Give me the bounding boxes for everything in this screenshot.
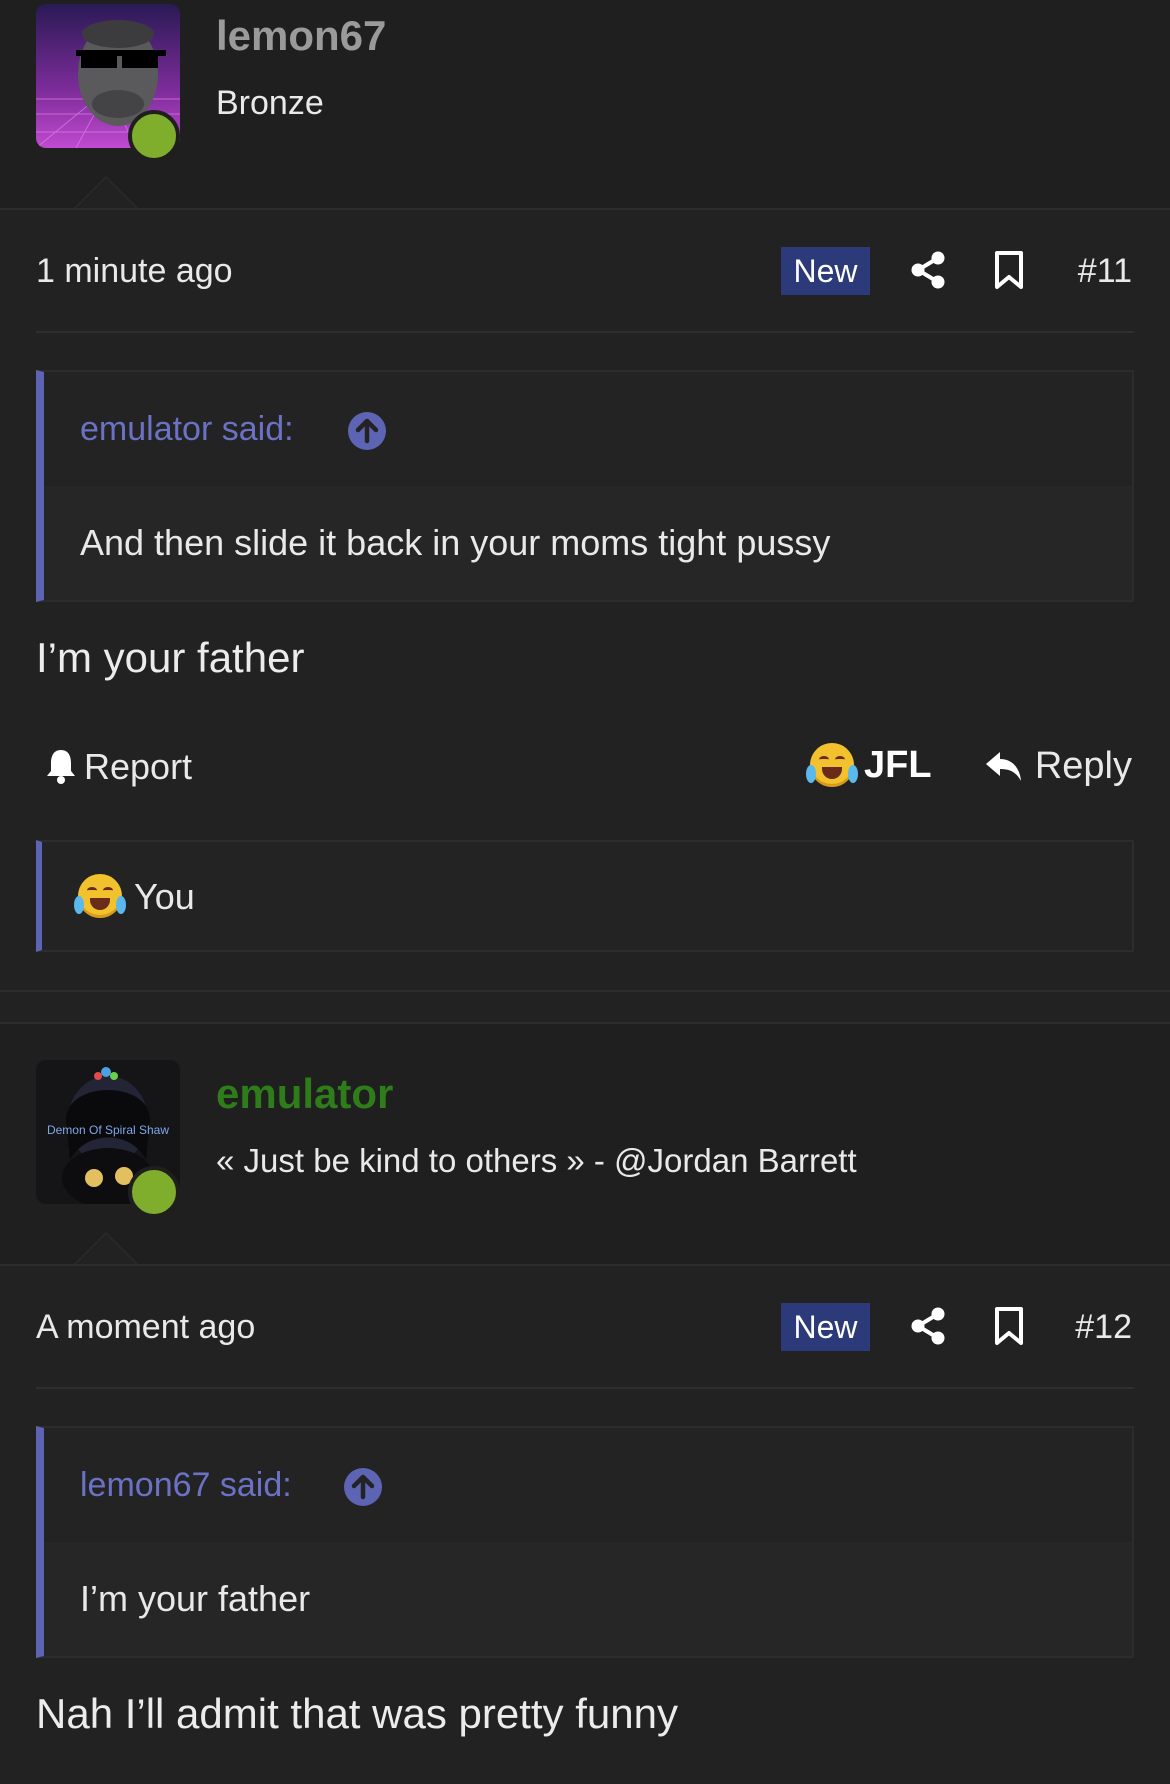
reactions-users[interactable]: You (134, 876, 195, 918)
jfl-reaction-button[interactable]: JFL (864, 744, 932, 787)
divider (36, 331, 1134, 333)
post-divider (0, 990, 1170, 992)
post-number[interactable]: #12 (1075, 1308, 1132, 1347)
online-indicator (128, 1166, 180, 1218)
new-badge: New (781, 1303, 870, 1351)
user-title: Bronze (216, 84, 324, 122)
reactions-summary[interactable]: You (36, 840, 1134, 952)
quote-block: lemon67 said: I’m your father (36, 1426, 1134, 1658)
reply-icon[interactable] (984, 748, 1024, 784)
userbar-pointer (72, 1232, 140, 1266)
quote-text: I’m your father (80, 1578, 311, 1619)
share-icon[interactable] (910, 250, 946, 290)
quote-attribution[interactable]: lemon67 said: (80, 1466, 292, 1505)
username[interactable]: lemon67 (216, 12, 386, 60)
report-button[interactable]: Report (84, 746, 192, 788)
userbar-pointer (72, 176, 140, 210)
post-timestamp[interactable]: A moment ago (36, 1308, 255, 1347)
arrow-up-circle-icon[interactable] (348, 412, 386, 450)
arrow-up-circle-icon[interactable] (344, 1468, 382, 1506)
quote-text: And then slide it back in your moms tigh… (80, 522, 831, 563)
post-number[interactable]: #11 (1078, 252, 1132, 291)
bookmark-icon[interactable] (994, 1306, 1024, 1346)
post-message: I’m your father (36, 634, 305, 681)
post-timestamp[interactable]: 1 minute ago (36, 252, 233, 291)
joy-emoji-icon (74, 874, 126, 918)
bookmark-icon[interactable] (994, 250, 1024, 290)
online-indicator (128, 110, 180, 162)
new-badge: New (781, 247, 870, 295)
divider (0, 208, 1170, 210)
quote-block: emulator said: And then slide it back in… (36, 370, 1134, 602)
username[interactable]: emulator (216, 1070, 393, 1118)
quote-attribution[interactable]: emulator said: (80, 410, 294, 449)
divider (0, 1264, 1170, 1266)
joy-emoji-icon[interactable] (806, 743, 858, 787)
divider (36, 1387, 1134, 1389)
avatar[interactable] (36, 4, 180, 162)
avatar[interactable]: Demon Of Spiral Shaw (36, 1060, 180, 1218)
post-message: Nah I’ll admit that was pretty funny (36, 1690, 678, 1737)
reply-button[interactable]: Reply (1035, 745, 1132, 788)
bell-icon[interactable] (44, 747, 78, 785)
user-title: « Just be kind to others » - @Jordan Bar… (216, 1142, 857, 1179)
avatar-text: Demon Of Spiral Shaw (47, 1123, 169, 1137)
share-icon[interactable] (910, 1306, 946, 1346)
